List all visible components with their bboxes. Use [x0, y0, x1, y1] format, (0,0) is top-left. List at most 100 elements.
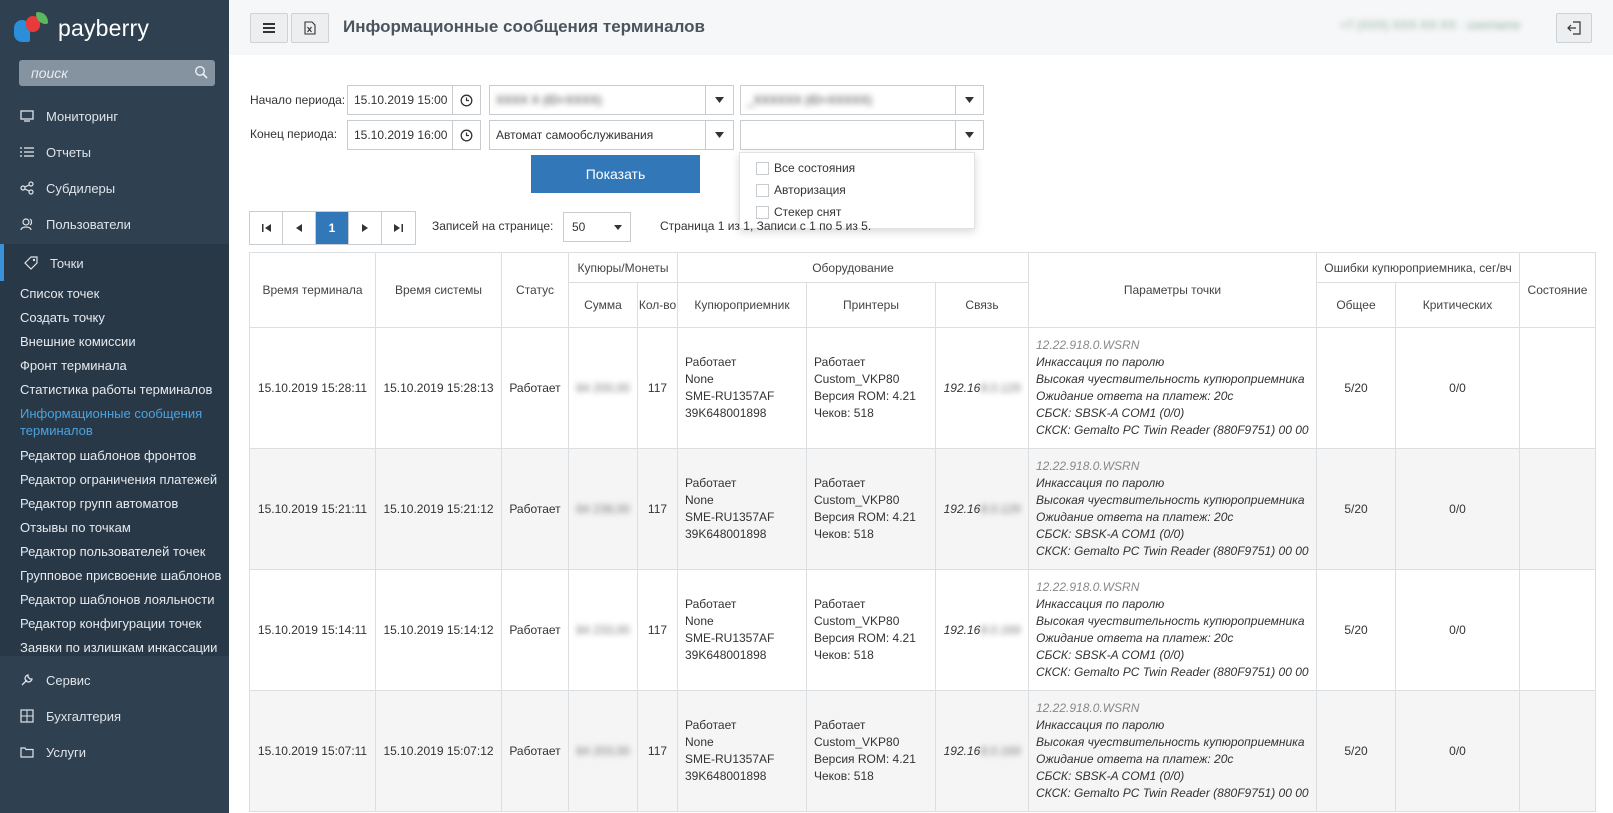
menu-toggle-button[interactable]	[250, 13, 288, 43]
start-period-field[interactable]: 15.10.2019 15:00	[347, 85, 481, 115]
nav-label: Бухгалтерия	[46, 708, 122, 724]
nav-accounting[interactable]: Бухгалтерия	[0, 698, 229, 734]
cell-state	[1519, 569, 1596, 691]
table-row[interactable]: 15.10.2019 15:28:11 15.10.2019 15:28:13 …	[249, 327, 1596, 449]
cell-system-time: 15.10.2019 15:07:12	[375, 690, 502, 812]
per-page-select[interactable]: 50	[563, 212, 631, 242]
acceptor-line: 39K648001898	[685, 527, 767, 541]
sum-value: 84 203,00	[576, 744, 630, 758]
wrench-icon	[20, 673, 34, 687]
col-terminal-time[interactable]: Время терминала	[249, 252, 376, 328]
acceptor-line: SME-RU1357AF	[685, 389, 775, 403]
state-option-auth[interactable]: Авторизация	[756, 182, 846, 198]
cell-status: Работает	[501, 448, 569, 570]
last-page-button[interactable]	[382, 212, 415, 244]
state-option-stacker[interactable]: Стекер снят	[756, 204, 841, 220]
nav-label: Услуги	[46, 744, 86, 760]
cell-printer: Работает Custom_VKP80 Версия ROM: 4.21 Чеко…	[806, 569, 936, 691]
printer-line: Версия ROM: 4.21	[814, 389, 916, 403]
nav-service[interactable]: Сервис	[0, 662, 229, 698]
checkbox[interactable]	[756, 205, 769, 219]
table-row[interactable]: 15.10.2019 15:14:11 15.10.2019 15:14:12 …	[249, 569, 1596, 691]
nav-services[interactable]: Услуги	[0, 734, 229, 770]
caret-down-icon	[705, 86, 733, 114]
per-page-label: Записей на странице:	[432, 219, 554, 233]
table-row[interactable]: 15.10.2019 15:07:11 15.10.2019 15:07:12 …	[249, 690, 1596, 812]
show-button[interactable]: Показать	[531, 155, 700, 193]
param-line: СБСК: SBSK-A COM1 (0/0)	[1036, 527, 1185, 541]
point-select[interactable]: _XXXXXX (ID=XXXXX)	[740, 85, 984, 115]
col-link[interactable]: Связь	[935, 282, 1029, 328]
param-line: Ожидание ответа на платеж: 20с	[1036, 510, 1234, 524]
points-submenu: Список точек Создать точку Внешние комис…	[0, 281, 229, 656]
sub-terminal-front[interactable]: Фронт терминала	[20, 357, 225, 374]
dealer-select[interactable]: XXXX X (ID=XXXX)	[489, 85, 734, 115]
logo[interactable]: payberry	[14, 12, 149, 44]
nav-points[interactable]: Точки	[0, 244, 229, 282]
sub-payment-limits[interactable]: Редактор ограничения платежей	[20, 471, 225, 488]
param-line: Высокая чуествительность купюроприемника	[1036, 614, 1305, 628]
current-page-button[interactable]: 1	[316, 212, 349, 244]
printer-line: Custom_VKP80	[814, 372, 900, 386]
col-acceptor[interactable]: Купюроприемник	[677, 282, 807, 328]
share-icon	[20, 181, 34, 195]
col-system-time[interactable]: Время системы	[375, 252, 502, 328]
acceptor-line: None	[685, 614, 714, 628]
col-total[interactable]: Общее	[1316, 282, 1396, 328]
sub-external-commissions[interactable]: Внешние комиссии	[20, 333, 225, 350]
export-excel-button[interactable]	[291, 13, 329, 43]
search-input[interactable]	[19, 60, 179, 86]
sub-loyalty-templates[interactable]: Редактор шаблонов лояльности	[20, 591, 225, 608]
prev-page-button[interactable]	[283, 212, 316, 244]
col-state[interactable]: Состояние	[1519, 252, 1596, 328]
terminal-type-select[interactable]: Автомат самообслуживания	[489, 120, 734, 150]
sub-point-users[interactable]: Редактор пользователей точек	[20, 543, 225, 560]
nav-subdealers[interactable]: Субдилеры	[0, 170, 229, 206]
next-page-button[interactable]	[349, 212, 382, 244]
col-sum[interactable]: Сумма	[568, 282, 638, 328]
param-line: Инкассация по паролю	[1036, 718, 1165, 732]
logout-button[interactable]	[1556, 13, 1592, 43]
logo-text: payberry	[58, 14, 150, 41]
nav-reports[interactable]: Отчеты	[0, 134, 229, 170]
clock-icon[interactable]	[452, 121, 480, 149]
search-icon[interactable]	[194, 65, 208, 79]
col-printers[interactable]: Принтеры	[806, 282, 936, 328]
nav-monitoring[interactable]: Мониторинг	[0, 98, 229, 134]
cell-state	[1519, 327, 1596, 449]
sub-terminal-stats[interactable]: Статистика работы терминалов	[20, 381, 225, 398]
printer-line: Работает	[814, 597, 866, 611]
sub-create-point[interactable]: Создать точку	[20, 309, 225, 326]
sub-collection-requests[interactable]: Заявки по излишкам инкассации	[20, 639, 225, 656]
nav-users[interactable]: Пользователи	[0, 206, 229, 242]
sub-points-list[interactable]: Список точек	[20, 285, 225, 302]
sub-group-templates[interactable]: Групповое присвоение шаблонов	[20, 567, 225, 584]
sub-front-templates[interactable]: Редактор шаблонов фронтов	[20, 447, 225, 464]
first-page-button[interactable]	[250, 212, 283, 244]
col-status[interactable]: Статус	[501, 252, 569, 328]
clock-icon[interactable]	[452, 86, 480, 114]
param-line: 12.22.918.0.WSRN	[1036, 701, 1140, 715]
excel-file-icon	[304, 21, 316, 35]
cell-link: 192.168.0.129	[935, 448, 1029, 570]
param-line: 12.22.918.0.WSRN	[1036, 459, 1140, 473]
cell-critical: 0/0	[1395, 569, 1520, 691]
sub-terminal-messages[interactable]: Информационные сообщения терминалов	[20, 405, 225, 439]
end-period-field[interactable]: 15.10.2019 16:00	[347, 120, 481, 150]
sub-point-config[interactable]: Редактор конфигурации точек	[20, 615, 225, 632]
sub-reviews[interactable]: Отзывы по точкам	[20, 519, 225, 536]
state-select[interactable]	[740, 120, 984, 150]
col-params[interactable]: Параметры точки	[1028, 252, 1317, 328]
table-row[interactable]: 15.10.2019 15:21:11 15.10.2019 15:21:12 …	[249, 448, 1596, 570]
printer-line: Версия ROM: 4.21	[814, 752, 916, 766]
cell-params: 12.22.918.0.WSRN Инкассация по паролю Высо…	[1028, 327, 1317, 449]
sub-machine-groups[interactable]: Редактор групп автоматов	[20, 495, 225, 512]
col-critical[interactable]: Критических	[1395, 282, 1520, 328]
cell-total: 5/20	[1316, 448, 1396, 570]
col-count[interactable]: Кол-во	[637, 282, 678, 328]
checkbox[interactable]	[756, 161, 769, 175]
checkbox[interactable]	[756, 183, 769, 197]
state-option-all[interactable]: Все состояния	[756, 160, 855, 176]
next-page-icon	[362, 224, 368, 232]
cell-count: 117	[637, 690, 678, 812]
